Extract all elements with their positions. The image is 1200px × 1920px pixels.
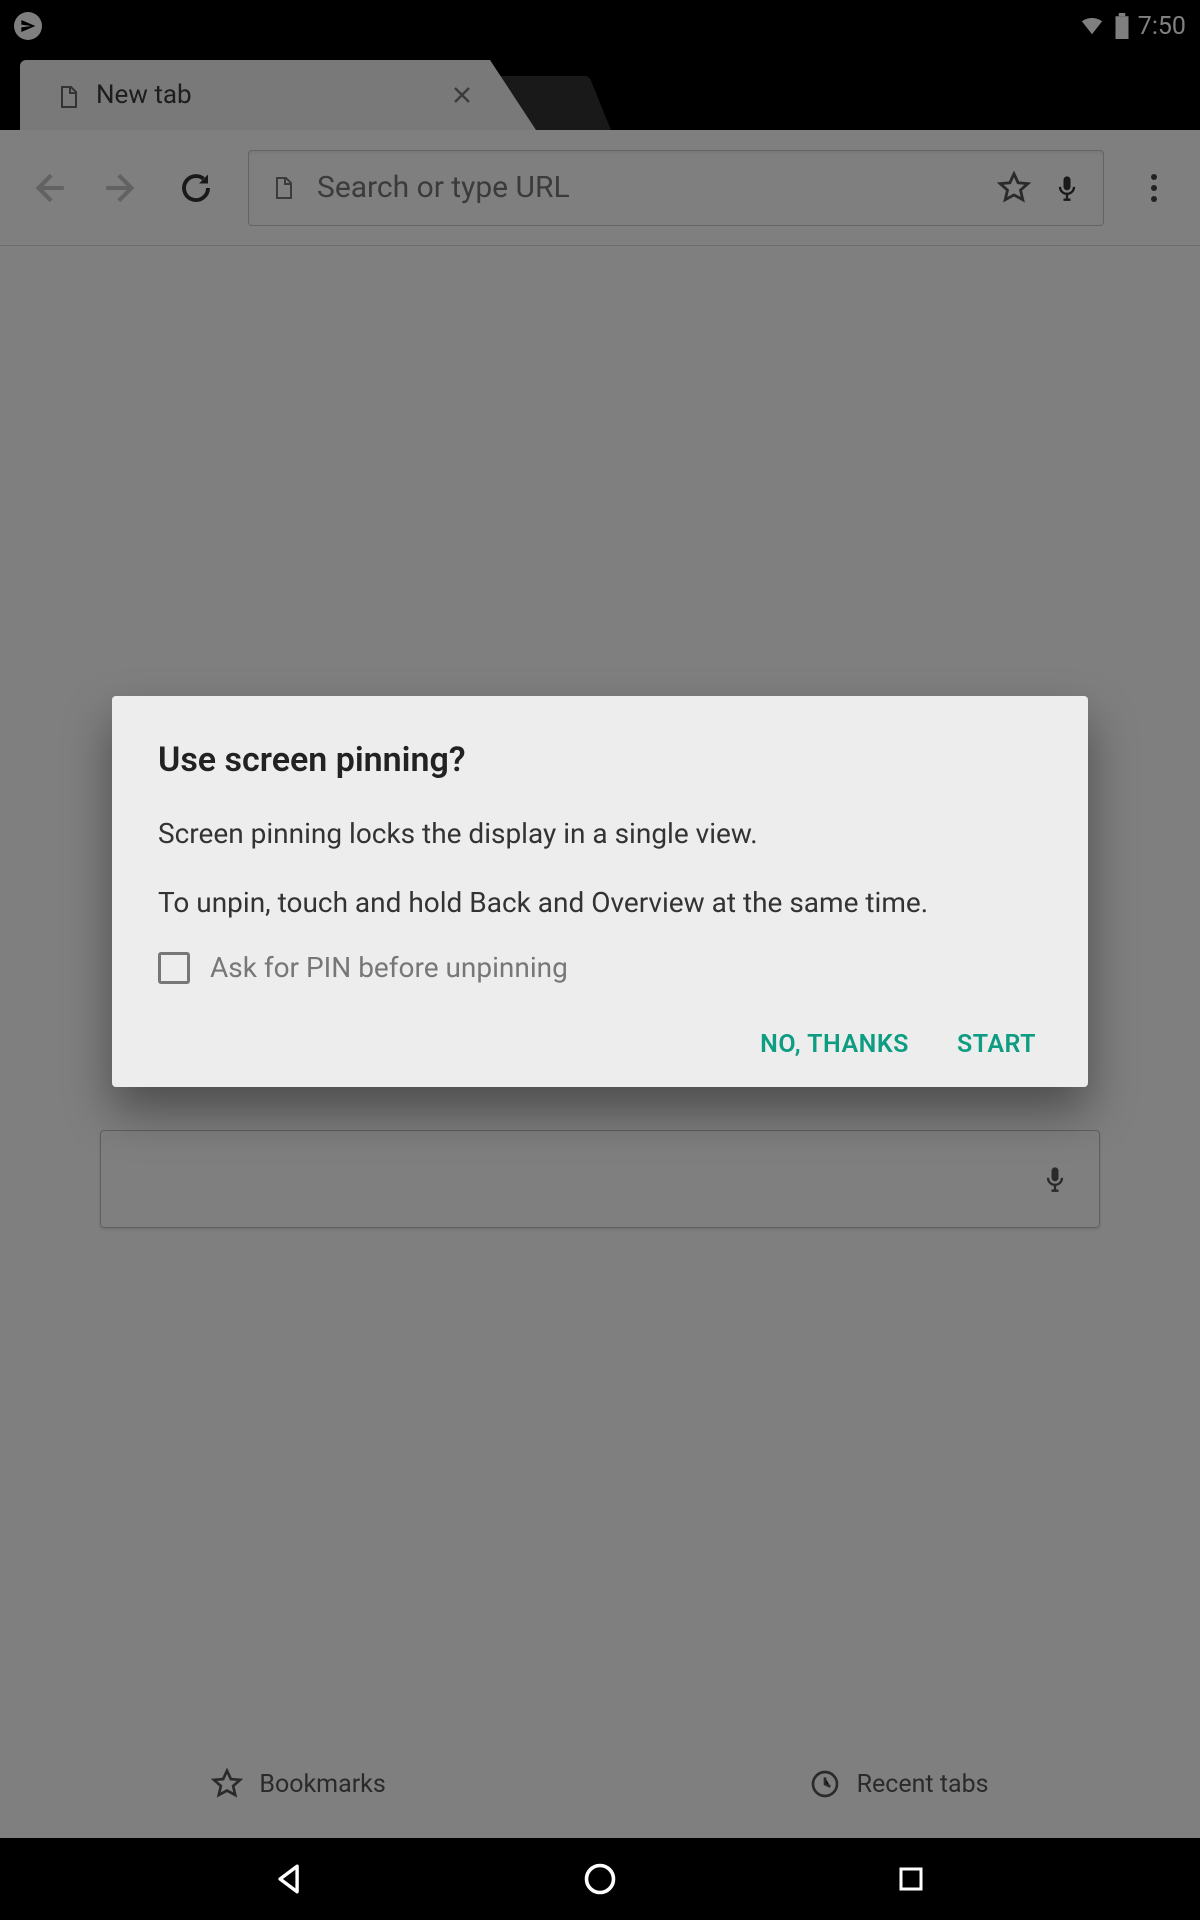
no-thanks-button[interactable]: NO, THANKS	[760, 1030, 909, 1059]
screen-pinning-dialog: Use screen pinning? Screen pinning locks…	[112, 696, 1088, 1087]
dialog-text-line2: To unpin, touch and hold Back and Overvi…	[158, 883, 1042, 924]
system-navigation-bar	[0, 1838, 1200, 1920]
dialog-text-line1: Screen pinning locks the display in a si…	[158, 814, 1042, 855]
overview-nav-button[interactable]	[890, 1858, 932, 1900]
home-nav-button[interactable]	[579, 1858, 621, 1900]
dialog-title: Use screen pinning?	[158, 740, 1042, 780]
start-button[interactable]: START	[957, 1030, 1036, 1059]
checkbox-icon[interactable]	[158, 952, 190, 984]
ask-pin-checkbox-row[interactable]: Ask for PIN before unpinning	[158, 951, 1042, 984]
back-nav-button[interactable]	[269, 1858, 311, 1900]
checkbox-label: Ask for PIN before unpinning	[210, 951, 568, 984]
